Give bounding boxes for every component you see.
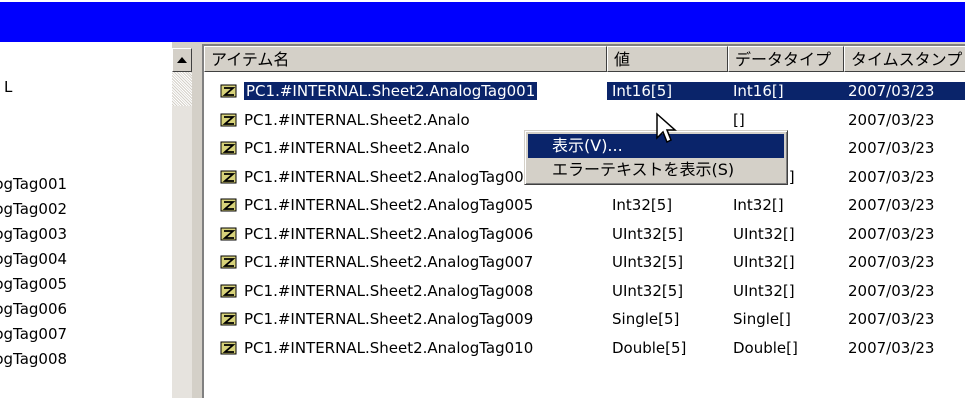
column-header-datatype[interactable]: データタイプ [728,46,844,72]
cell-timestamp: 2007/03/23 [848,253,935,271]
item-name: PC1.#INTERNAL.Sheet2.AnalogTag001 [242,82,539,100]
cell-timestamp: 2007/03/23 [848,196,935,214]
tree-item[interactable]: ılogTag001 [0,173,67,195]
cell-datatype: Double[] [733,338,798,357]
cell-datatype: Int32[] [733,196,784,214]
cell-item-name: PC1.#INTERNAL.Sheet2.Analo [204,111,607,129]
tree-item[interactable]: ılogTag006 [0,298,67,320]
table-row[interactable]: PC1.#INTERNAL.Sheet2.AnalogTag009 Single[… [204,305,965,333]
column-header-timestamp[interactable]: タイムスタンプ [844,46,965,72]
cell-datatype: UInt32[] [733,224,795,243]
cell-item-name: PC1.#INTERNAL.Sheet2.AnalogTag010 [204,339,607,357]
tag-icon [220,169,238,185]
table-row[interactable]: PC1.#INTERNAL.Sheet2.AnalogTag008 UInt32[… [204,277,965,305]
cell-value: Int32[5] [612,196,673,214]
mouse-pointer-icon [656,112,677,144]
cell-timestamp: 2007/03/23 [848,281,935,300]
tree-item[interactable]: ılogTag005 [0,273,67,295]
tree-pane: L ılogTag001 ılogTag002 ılogTag003 ılogT… [0,42,172,398]
cell-timestamp: 2007/03/23 [848,167,935,186]
item-name: PC1.#INTERNAL.Sheet2.Analo [244,110,470,129]
table-row[interactable]: PC1.#INTERNAL.Sheet2.AnalogTag006 UInt32[… [204,220,965,248]
context-menu-item-show-error-text[interactable]: エラーテキストを表示(S) [528,158,784,182]
column-header-item-name[interactable]: アイテム名 [204,46,607,72]
list-bottom-edge [204,394,965,398]
tag-icon [220,226,238,242]
tree-item[interactable]: ılogTag007 [0,323,67,345]
table-row[interactable]: PC1.#INTERNAL.Sheet2.AnalogTag010 Double[… [204,334,965,362]
tag-icon [220,197,238,213]
cell-item-name: PC1.#INTERNAL.Sheet2.AnalogTag007 [204,253,607,271]
pane-splitter[interactable] [192,42,202,398]
item-list-view: アイテム名 値 データタイプ タイムスタンプ PC1.#INTERNAL.She… [202,44,965,398]
cell-timestamp: 2007/03/23 [848,139,935,157]
tag-icon [220,254,238,270]
tree-item-root[interactable]: L [4,76,12,98]
cell-timestamp: 2007/03/23 [848,310,935,328]
cell-value: UInt32[5] [612,281,684,300]
cell-value: UInt32[5] [612,253,684,271]
cell-item-name: PC1.#INTERNAL.Sheet2.AnalogTag008 [204,282,607,300]
list-header: アイテム名 値 データタイプ タイムスタンプ [204,46,965,72]
tree-item[interactable]: ılogTag002 [0,198,67,220]
item-name: PC1.#INTERNAL.Sheet2.AnalogTag006 [244,224,534,243]
cell-value: Single[5] [612,310,680,328]
cell-value: Int16[5] [607,82,728,100]
cell-value: Double[5] [612,338,687,357]
cell-value: UInt32[5] [612,224,684,243]
item-name: PC1.#INTERNAL.Sheet2.AnalogTag005 [244,196,534,214]
cell-item-name: PC1.#INTERNAL.Sheet2.AnalogTag009 [204,310,607,328]
cell-item-name: PC1.#INTERNAL.Sheet2.AnalogTag006 [204,225,607,243]
tag-icon [220,140,238,156]
tag-icon [220,340,238,356]
table-row[interactable]: PC1.#INTERNAL.Sheet2.AnalogTag005 Int32[5… [204,191,965,219]
tag-icon [220,283,238,299]
cell-timestamp: 2007/03/23 [844,82,965,100]
scroll-up-arrow-icon[interactable] [172,48,192,72]
window-title-bar [0,0,965,42]
tag-icon [220,83,238,99]
item-name: PC1.#INTERNAL.Sheet2.Analo [244,139,470,157]
item-name: PC1.#INTERNAL.Sheet2.AnalogTag009 [244,310,534,328]
table-row[interactable]: PC1.#INTERNAL.Sheet2.AnalogTag007 UInt32[… [204,248,965,276]
tree-item[interactable]: ılogTag004 [0,248,67,270]
cell-datatype: UInt32[] [733,253,795,271]
item-name: PC1.#INTERNAL.Sheet2.AnalogTag008 [244,281,534,300]
cell-item-name: PC1.#INTERNAL.Sheet2.AnalogTag001 [204,82,607,100]
item-name: PC1.#INTERNAL.Sheet2.AnalogTag004 [244,167,534,186]
cell-timestamp: 2007/03/23 [848,224,935,243]
cell-timestamp: 2007/03/23 [848,338,935,357]
column-header-value[interactable]: 値 [607,46,728,72]
tree-item[interactable]: ılogTag008 [0,348,67,370]
item-name: PC1.#INTERNAL.Sheet2.AnalogTag007 [244,253,534,271]
cell-datatype: [] [733,110,745,129]
table-row[interactable]: PC1.#INTERNAL.Sheet2.AnalogTag001 Int16[5… [204,77,965,105]
cell-datatype: Int16[] [728,82,844,100]
cell-timestamp: 2007/03/23 [848,110,935,129]
cell-datatype: UInt32[] [733,281,795,300]
tree-scrollbar[interactable] [172,48,192,398]
item-name: PC1.#INTERNAL.Sheet2.AnalogTag010 [244,338,534,357]
cell-datatype: Single[] [733,310,791,328]
tag-icon [220,311,238,327]
tag-icon [220,112,238,128]
cell-item-name: PC1.#INTERNAL.Sheet2.AnalogTag005 [204,196,607,214]
scroll-track[interactable] [172,72,192,106]
tree-item[interactable]: ılogTag003 [0,223,67,245]
